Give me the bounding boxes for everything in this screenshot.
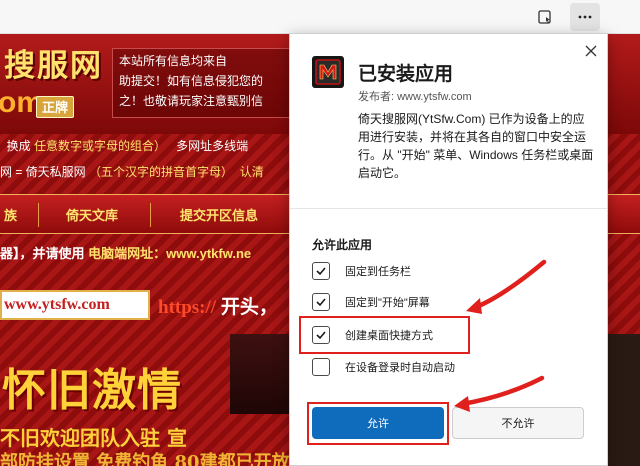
highlight-box: [307, 402, 449, 445]
checkbox-checked[interactable]: [312, 262, 330, 280]
checkbox-unchecked[interactable]: [312, 358, 330, 376]
info-highlight: 任意数字或字母的组合）: [34, 139, 167, 153]
checkbox-checked[interactable]: [312, 293, 330, 311]
immersive-reader-icon[interactable]: [530, 3, 560, 31]
nav-item[interactable]: 族: [4, 205, 17, 224]
url-notice-link[interactable]: 电脑端网址：www.ytkfw.ne: [88, 246, 251, 261]
permissions-heading: 允许此应用: [312, 238, 373, 252]
notice-line: 之！也敬请玩家注意甄别信: [119, 94, 264, 108]
banner-title: 怀旧激情: [2, 365, 182, 416]
option-label: 固定到"开始"屏幕: [345, 297, 430, 309]
https-suffix: 开头，: [220, 297, 278, 318]
deny-button[interactable]: 不允许: [452, 407, 584, 439]
info-highlight: （五个汉字的拼音首字母）: [89, 165, 234, 179]
dialog-title: 已安装应用: [358, 64, 454, 85]
dialog-description: 倚天搜服网(YtSfw.Com) 已作为设备上的应用进行安装，并将在其各自的窗口…: [358, 112, 594, 180]
info-text: 认清: [239, 165, 264, 179]
close-icon[interactable]: [580, 40, 602, 62]
nav-divider: [150, 203, 151, 227]
info-text: 网 = 倚天私服网: [0, 165, 86, 179]
banner-subtitle: 不旧欢迎团队入驻 宣: [0, 426, 187, 450]
side-panel: [606, 334, 640, 466]
site-notice: 本站所有信息均来自 助提交！如有信息侵犯您的 之！也敬请玩家注意甄别信: [112, 48, 312, 118]
installed-app-dialog: 已安装应用 发布者: www.ytsfw.com 倚天搜服网(YtSfw.Com…: [289, 33, 608, 466]
info-text: 换成: [6, 139, 31, 153]
more-options-icon[interactable]: [570, 3, 600, 31]
option-label: 在设备登录时自动启动: [345, 362, 455, 374]
option-auto-start[interactable]: 在设备登录时自动启动: [312, 357, 455, 377]
https-prefix: https://: [158, 297, 217, 318]
dialog-divider: [290, 208, 607, 209]
info-text: 多网址多线端: [176, 139, 249, 153]
https-hint: https:// 开头，: [158, 292, 278, 319]
option-label: 固定到任务栏: [345, 266, 411, 278]
site-url-box: www.ytsfw.com: [0, 290, 150, 320]
notice-line: 本站所有信息均来自: [119, 54, 228, 68]
site-badge: 正牌: [36, 96, 75, 118]
nav-divider: [38, 203, 39, 227]
nav-item[interactable]: 倚天文库: [66, 205, 118, 224]
app-icon: [312, 56, 344, 88]
browser-toolbar: [0, 0, 640, 34]
notice-line: 助提交！如有信息侵犯您的: [119, 74, 264, 88]
option-pin-taskbar[interactable]: 固定到任务栏: [312, 261, 411, 281]
url-notice-text: 器】，并请使用: [0, 246, 85, 261]
highlight-box: [299, 316, 470, 354]
banner-image: [230, 334, 290, 414]
site-logo[interactable]: 搜服网: [4, 40, 103, 85]
nav-item[interactable]: 提交开区信息: [180, 205, 258, 224]
dialog-publisher: 发布者: www.ytsfw.com: [358, 91, 472, 103]
option-pin-start[interactable]: 固定到"开始"屏幕: [312, 292, 430, 312]
